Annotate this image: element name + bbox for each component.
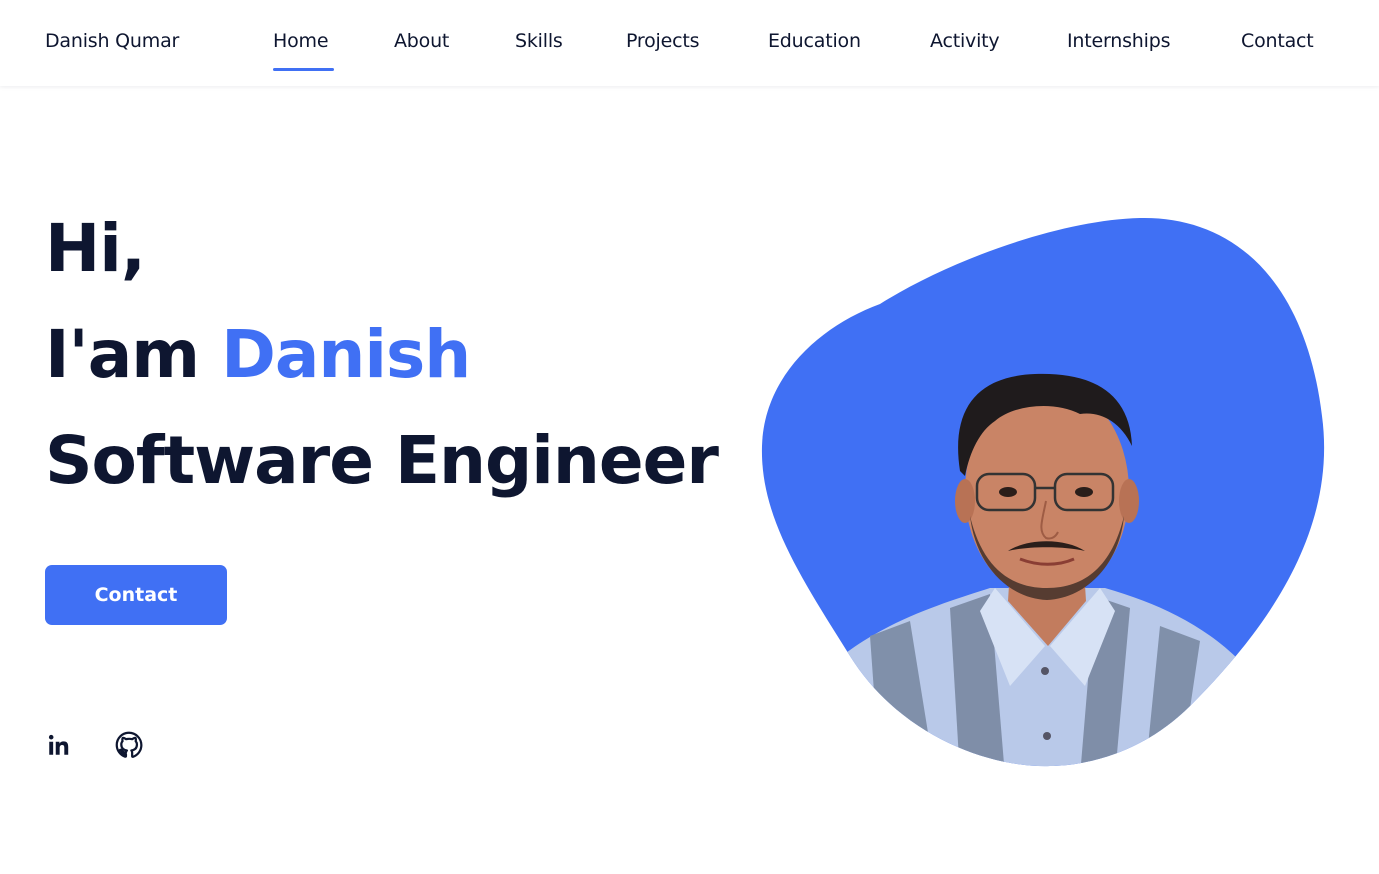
nav-item-education[interactable]: Education [768,30,861,52]
nav-item-home[interactable]: Home [273,30,329,52]
nav-item-about[interactable]: About [394,30,449,52]
nav-item-skills[interactable]: Skills [515,30,563,52]
nav-item-contact[interactable]: Contact [1241,30,1314,52]
github-icon[interactable] [114,730,144,760]
main-nav: Home About Skills Projects Education Act… [0,30,1379,74]
nav-item-internships[interactable]: Internships [1067,30,1170,52]
linkedin-icon[interactable] [44,730,74,760]
nav-item-activity[interactable]: Activity [930,30,1000,52]
hero-intro-prefix: I'am [45,316,222,393]
profile-photo [760,216,1326,768]
hero-greeting: Hi, [45,210,146,287]
contact-button[interactable]: Contact [45,565,227,625]
hero-intro: I'am Danish [45,322,471,388]
hero-title: Software Engineer [45,422,719,499]
site-header: Danish Qumar Home About Skills Projects … [0,0,1379,86]
nav-item-projects[interactable]: Projects [626,30,700,52]
hero-name: Danish [221,316,471,393]
active-nav-indicator [273,68,334,71]
